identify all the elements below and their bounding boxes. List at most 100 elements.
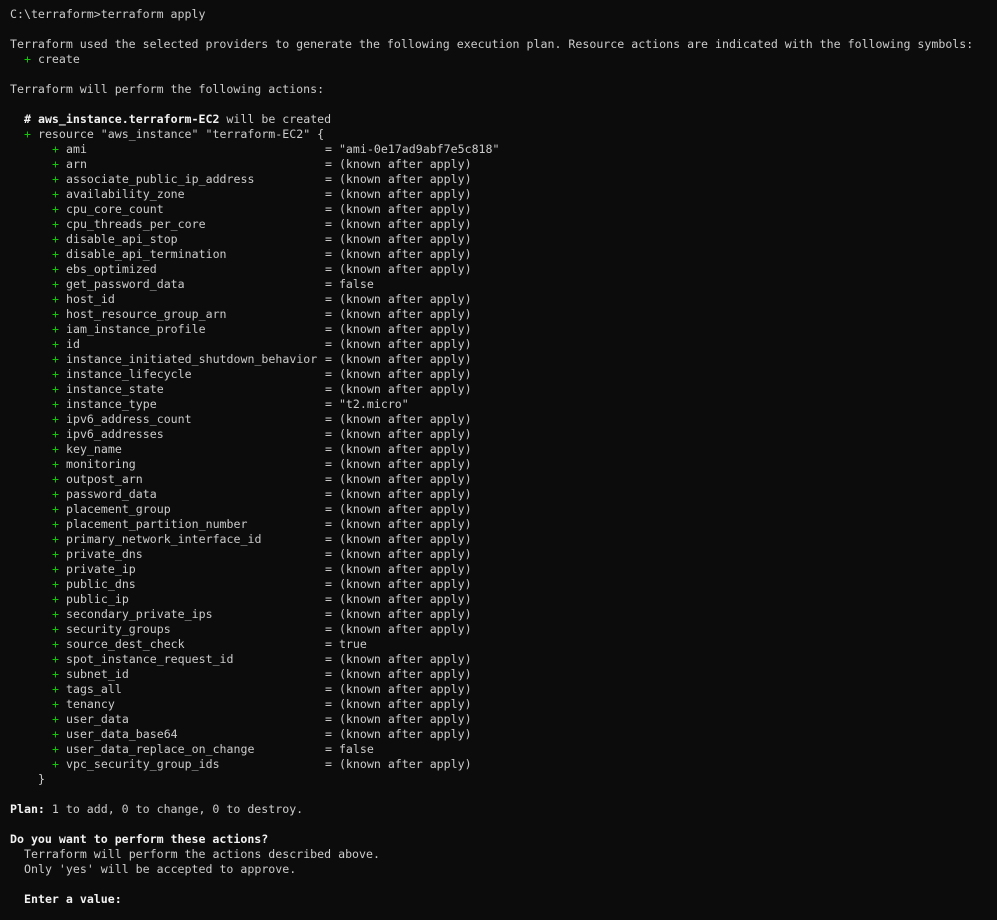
attribute-name: user_data_base64 (65, 727, 178, 741)
attribute-row: + instance_state = (known after apply) (10, 382, 990, 397)
equals-sign: = (324, 157, 339, 171)
attribute-value: (known after apply) (338, 232, 472, 246)
attribute-value: (known after apply) (338, 412, 472, 426)
equals-sign: = (324, 697, 339, 711)
attribute-name: private_ip (65, 562, 136, 576)
attribute-row: + instance_type = "t2.micro" (10, 397, 990, 412)
attribute-value: (known after apply) (338, 292, 472, 306)
create-legend-label: create (37, 52, 80, 66)
attribute-value: (known after apply) (338, 472, 472, 486)
equals-sign: = (324, 577, 339, 591)
create-symbol-icon: + (52, 712, 59, 726)
input-prompt[interactable]: Enter a value: (10, 892, 990, 907)
attribute-name: subnet_id (65, 667, 129, 681)
attribute-row: + private_ip = (known after apply) (10, 562, 990, 577)
attribute-row: + subnet_id = (known after apply) (10, 667, 990, 682)
attribute-name: public_dns (65, 577, 136, 591)
attribute-name: vpc_security_group_ids (65, 757, 220, 771)
equals-sign: = (324, 547, 339, 561)
attribute-name: associate_public_ip_address (65, 172, 255, 186)
equals-sign: = (324, 457, 339, 471)
create-symbol-icon: + (52, 187, 59, 201)
equals-sign: = (324, 502, 339, 516)
attribute-row: + disable_api_stop = (known after apply) (10, 232, 990, 247)
equals-sign: = (324, 607, 339, 621)
attribute-value: (known after apply) (338, 532, 472, 546)
create-symbol-icon: + (52, 397, 59, 411)
attribute-name: arn (65, 157, 87, 171)
intro-text: Terraform used the selected providers to… (10, 37, 974, 51)
attribute-value: (known after apply) (338, 427, 472, 441)
create-symbol-icon: + (52, 757, 59, 771)
attribute-name: user_data (65, 712, 129, 726)
attribute-value: (known after apply) (338, 502, 472, 516)
create-symbol-icon: + (52, 142, 59, 156)
attribute-value: (known after apply) (338, 622, 472, 636)
attribute-row: + ipv6_addresses = (known after apply) (10, 427, 990, 442)
attribute-name: tags_all (65, 682, 122, 696)
equals-sign: = (324, 412, 339, 426)
attribute-name: secondary_private_ips (65, 607, 213, 621)
attribute-value: "ami-0e17ad9abf7e5c818" (338, 142, 500, 156)
symbol-legend: + create (10, 52, 990, 67)
attribute-name: tenancy (65, 697, 115, 711)
attribute-list: + ami = "ami-0e17ad9abf7e5c818" + arn = (know… (10, 142, 990, 772)
terminal-window[interactable]: C:\terraform>terraform apply Terraform u… (10, 7, 990, 913)
attribute-value: (known after apply) (338, 157, 472, 171)
attribute-row: + security_groups = (known after apply) (10, 622, 990, 637)
attribute-row: + instance_lifecycle = (known after apply) (10, 367, 990, 382)
create-symbol-icon: + (52, 202, 59, 216)
equals-sign: = (324, 727, 339, 741)
perform-text: Terraform will perform the following act… (10, 82, 325, 96)
equals-sign: = (324, 622, 339, 636)
attribute-row: + ebs_optimized = (known after apply) (10, 262, 990, 277)
attribute-name: outpost_arn (65, 472, 143, 486)
attribute-row: + private_dns = (known after apply) (10, 547, 990, 562)
create-symbol-icon: + (52, 442, 59, 456)
attribute-row: + password_data = (known after apply) (10, 487, 990, 502)
attribute-name: password_data (65, 487, 157, 501)
attribute-row: + disable_api_termination = (known after a… (10, 247, 990, 262)
create-symbol-icon: + (52, 307, 59, 321)
attribute-name: security_groups (65, 622, 171, 636)
resource-comment-suffix: will be created (219, 112, 332, 126)
equals-sign: = (324, 427, 339, 441)
attribute-row: + user_data_base64 = (known after apply) (10, 727, 990, 742)
attribute-value: (known after apply) (338, 202, 472, 216)
attribute-value: (known after apply) (338, 382, 472, 396)
attribute-value: (known after apply) (338, 562, 472, 576)
attribute-value: (known after apply) (338, 592, 472, 606)
create-symbol-icon: + (52, 292, 59, 306)
equals-sign: = (324, 322, 339, 336)
attribute-name: host_resource_group_arn (65, 307, 227, 321)
attribute-row: + user_data_replace_on_change = false (10, 742, 990, 757)
attribute-name: monitoring (65, 457, 136, 471)
attribute-name: host_id (65, 292, 115, 306)
attribute-value: (known after apply) (338, 247, 472, 261)
attribute-value: (known after apply) (338, 307, 472, 321)
equals-sign: = (324, 232, 339, 246)
attribute-row: + secondary_private_ips = (known after app… (10, 607, 990, 622)
attribute-value: (known after apply) (338, 487, 472, 501)
create-symbol-icon: + (52, 277, 59, 291)
attribute-row: + host_id = (known after apply) (10, 292, 990, 307)
create-symbol-icon: + (52, 157, 59, 171)
attribute-value: (known after apply) (338, 457, 472, 471)
attribute-row: + public_dns = (known after apply) (10, 577, 990, 592)
attribute-row: + availability_zone = (known after apply) (10, 187, 990, 202)
attribute-value: (known after apply) (338, 337, 472, 351)
create-symbol-icon: + (52, 337, 59, 351)
attribute-row: + placement_group = (known after apply) (10, 502, 990, 517)
equals-sign: = (324, 637, 339, 651)
create-symbol-icon: + (24, 52, 31, 66)
attribute-row: + public_ip = (known after apply) (10, 592, 990, 607)
create-symbol-icon: + (52, 427, 59, 441)
equals-sign: = (324, 337, 339, 351)
attribute-row: + key_name = (known after apply) (10, 442, 990, 457)
attribute-row: + user_data = (known after apply) (10, 712, 990, 727)
equals-sign: = (324, 742, 339, 756)
attribute-row: + ami = "ami-0e17ad9abf7e5c818" (10, 142, 990, 157)
create-symbol-icon: + (52, 682, 59, 696)
